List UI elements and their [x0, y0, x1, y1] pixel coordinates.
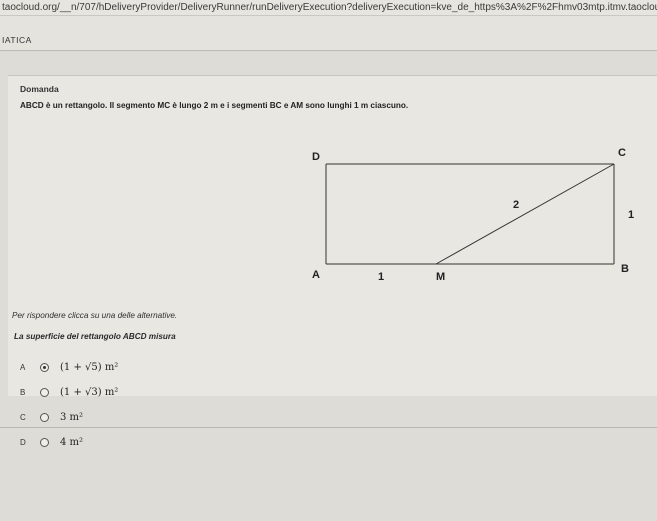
- vertex-m: M: [436, 271, 445, 283]
- question-panel: Domanda ABCD è un rettangolo. Il segment…: [8, 75, 657, 448]
- radio-button[interactable]: [40, 412, 49, 422]
- choice-letter: B: [20, 387, 26, 397]
- choice-c[interactable]: C 3 m²: [8, 408, 228, 426]
- question-text: ABCD è un rettangolo. Il segmento MC è l…: [20, 101, 409, 110]
- segment-mc: [435, 163, 615, 265]
- label-bc-length: 1: [628, 209, 634, 221]
- radio-button[interactable]: [40, 362, 49, 372]
- vertex-b: B: [621, 263, 629, 275]
- question-header: Domanda: [20, 84, 59, 94]
- vertex-a: A: [312, 269, 320, 281]
- choice-label: 4 m²: [60, 436, 84, 448]
- instructions-text: Per rispondere clicca su una delle alter…: [12, 311, 178, 320]
- page-header-band: [0, 16, 657, 51]
- bottom-divider: [0, 427, 657, 428]
- choice-letter: C: [20, 412, 26, 422]
- label-mc-length: 2: [513, 199, 519, 211]
- vertex-d: D: [312, 151, 320, 163]
- choice-label: (1 + √3) m²: [60, 386, 119, 398]
- choice-a[interactable]: A (1 + √5) m²: [8, 358, 228, 376]
- rectangle-figure: D C A B M 2 1 1: [312, 147, 634, 283]
- question-prompt: La superficie del rettangolo ABCD misura: [14, 332, 176, 341]
- radio-button[interactable]: [40, 387, 49, 397]
- choice-letter: A: [20, 362, 26, 372]
- choice-label: 3 m²: [60, 411, 84, 423]
- choice-letter: D: [20, 437, 26, 447]
- choice-b[interactable]: B (1 + √3) m²: [8, 383, 228, 401]
- test-page: Domanda ABCD è un rettangolo. Il segment…: [0, 52, 657, 521]
- choice-d[interactable]: D 4 m²: [8, 433, 228, 451]
- label-am-length: 1: [378, 271, 384, 283]
- url-text: taocloud.org/__n/707/hDeliveryProvider/D…: [2, 2, 657, 13]
- choice-label: (1 + √5) m²: [60, 361, 119, 373]
- radio-button[interactable]: [40, 437, 49, 447]
- browser-url-bar[interactable]: taocloud.org/__n/707/hDeliveryProvider/D…: [0, 0, 657, 16]
- vertex-c: C: [618, 147, 626, 159]
- section-title: IATICA: [2, 35, 32, 45]
